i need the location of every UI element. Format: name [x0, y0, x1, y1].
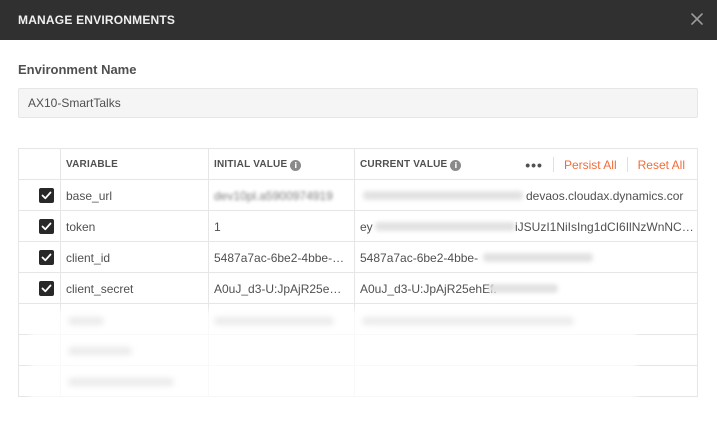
table-row: token 1 ey iJSUzI1NiIsIng1dCI6IlNzWnNC… — [19, 211, 697, 242]
initial-value-cell[interactable]: 1 — [209, 211, 355, 241]
current-value-cell[interactable]: devaos.cloudax.dynamics.cor — [355, 180, 697, 210]
variable-name: client_id — [66, 251, 111, 265]
header-actions: ••• Persist All Reset All — [515, 149, 685, 179]
close-icon[interactable] — [689, 11, 705, 27]
reset-all-button[interactable]: Reset All — [628, 158, 685, 172]
more-options-button[interactable]: ••• — [515, 157, 553, 173]
row-checkbox[interactable] — [39, 281, 54, 296]
table-row: client_secret A0uJ_d3-U:JpAjR25ehE… A0uJ… — [19, 273, 697, 304]
table-row: base_url dev10pl.a5900974919 devaos.clou… — [19, 180, 697, 211]
check-icon — [41, 284, 52, 293]
variable-cell[interactable]: client_secret — [61, 273, 209, 303]
initial-value: 5487a7ac-6be2-4bbe-… — [214, 251, 345, 265]
row-checkbox[interactable] — [39, 250, 54, 265]
header-initial-value-label: INITIAL VALUE — [214, 159, 288, 170]
redacted-text — [68, 378, 174, 386]
redacted-text — [362, 317, 574, 325]
redacted-text — [363, 191, 523, 200]
row-check-cell — [19, 180, 61, 210]
variable-name: token — [66, 220, 96, 234]
current-value: 5487a7ac-6be2-4bbe- — [360, 251, 479, 265]
initial-value: A0uJ_d3-U:JpAjR25ehE… — [214, 282, 348, 296]
variable-name: base_url — [66, 189, 113, 203]
variable-cell[interactable]: base_url — [61, 180, 209, 210]
initial-value: dev10pl.a5900974919 — [214, 189, 333, 203]
current-value: A0uJ_d3-U:JpAjR25ehEf. — [360, 282, 497, 296]
info-icon[interactable]: i — [290, 160, 302, 171]
row-check-cell — [19, 242, 61, 272]
redacted-text — [483, 253, 593, 262]
current-value-cell[interactable]: A0uJ_d3-U:JpAjR25ehEf. — [355, 273, 697, 303]
check-icon — [41, 191, 52, 200]
header-current-value-cell: CURRENT VALUE i ••• Persist All Reset All — [355, 149, 697, 179]
check-icon — [41, 253, 52, 262]
table-header-row: VARIABLE INITIAL VALUE i CURRENT VALUE i •… — [19, 149, 697, 180]
row-checkbox[interactable] — [39, 188, 54, 203]
header-initial-value-cell: INITIAL VALUE i — [209, 149, 355, 179]
persist-all-button[interactable]: Persist All — [554, 158, 627, 172]
redacted-text — [375, 222, 515, 231]
redacted-text — [68, 317, 104, 325]
header-initial-value: INITIAL VALUE i — [214, 159, 302, 171]
variable-name: client_secret — [66, 282, 134, 296]
current-value: devaos.cloudax.dynamics.cor — [526, 189, 684, 203]
dialog-title: MANAGE ENVIRONMENTS — [18, 13, 176, 27]
initial-value-cell[interactable]: 5487a7ac-6be2-4bbe-… — [209, 242, 355, 272]
row-check-cell — [19, 211, 61, 241]
row-check-cell — [19, 273, 61, 303]
initial-value-cell[interactable]: dev10pl.a5900974919 — [209, 180, 355, 210]
row-checkbox[interactable] — [39, 219, 54, 234]
current-value: ey — [360, 220, 373, 234]
environment-name-label: Environment Name — [18, 62, 137, 77]
redacted-text — [214, 317, 334, 325]
variable-cell[interactable]: token — [61, 211, 209, 241]
header-current-value-label: CURRENT VALUE — [360, 159, 448, 170]
header-variable: VARIABLE — [66, 159, 118, 170]
header-check-cell — [19, 149, 61, 179]
dialog-titlebar: MANAGE ENVIRONMENTS — [0, 0, 717, 40]
redacted-text — [68, 347, 132, 355]
table-row: client_id 5487a7ac-6be2-4bbe-… 5487a7ac-… — [19, 242, 697, 273]
initial-value-cell[interactable]: A0uJ_d3-U:JpAjR25ehE… — [209, 273, 355, 303]
redacted-text — [488, 284, 558, 293]
variable-cell[interactable]: client_id — [61, 242, 209, 272]
header-current-value: CURRENT VALUE i — [360, 159, 462, 171]
header-variable-cell: VARIABLE — [61, 149, 209, 179]
current-value-tail: iJSUzI1NiIsIng1dCI6IlNzWnNC… — [515, 220, 694, 234]
initial-value: 1 — [214, 220, 221, 234]
current-value-cell[interactable]: 5487a7ac-6be2-4bbe- — [355, 242, 697, 272]
check-icon — [41, 222, 52, 231]
info-icon[interactable]: i — [450, 160, 462, 171]
environment-name-input[interactable] — [18, 88, 698, 118]
current-value-cell[interactable]: ey iJSUzI1NiIsIng1dCI6IlNzWnNC… — [355, 211, 697, 241]
